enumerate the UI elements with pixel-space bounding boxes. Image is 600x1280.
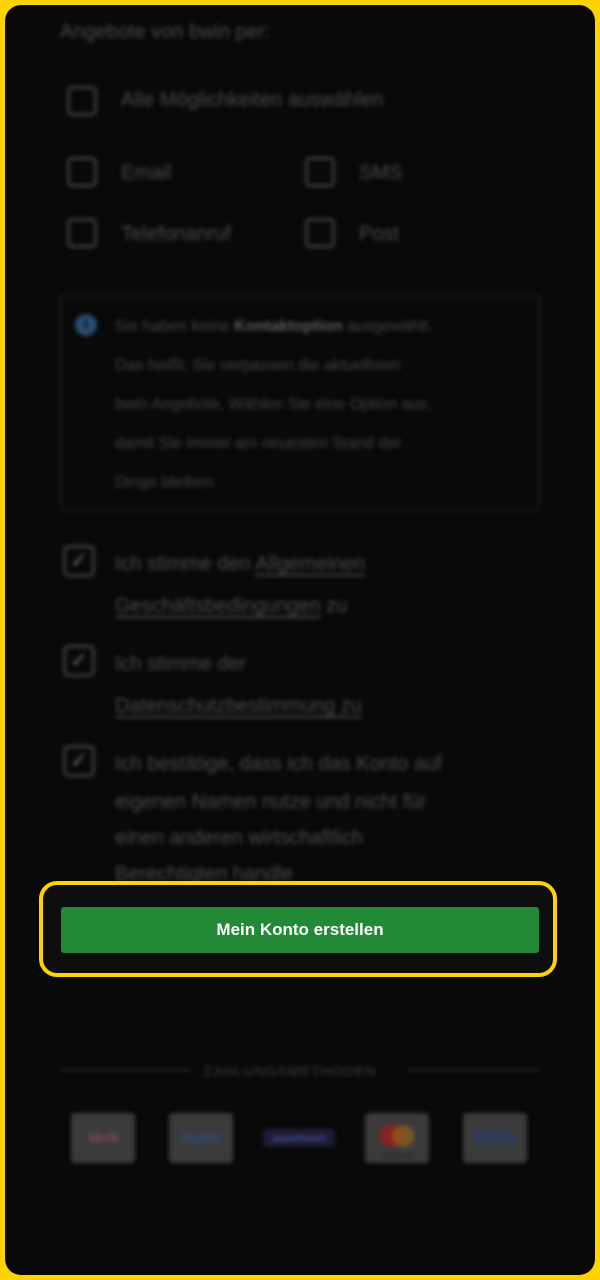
select-all-checkbox[interactable]: [67, 86, 97, 116]
phone-checkbox[interactable]: [67, 218, 97, 248]
mastercard-logo: mastercard: [365, 1113, 429, 1163]
email-label: Email: [121, 162, 172, 184]
paypal-logo: PayPal: [169, 1113, 233, 1163]
own-account-line1: Ich bestätige, dass ich das Konto auf: [115, 753, 442, 775]
privacy-link[interactable]: Datenschutzbestimmung zu: [115, 695, 362, 718]
terms-checkbox[interactable]: ✓: [63, 545, 95, 577]
contact-info-text: Sie haben keine Kontaktoption ausgewählt…: [115, 318, 433, 491]
own-account-checkbox[interactable]: ✓: [63, 745, 95, 777]
offers-heading: Angebote von bwin per:: [60, 21, 271, 43]
select-all-label: Alle Möglichkeiten auswählen: [121, 89, 384, 111]
check-icon: ✓: [70, 550, 88, 572]
divider-right: [408, 1069, 540, 1071]
post-label: Post: [359, 223, 400, 245]
blurred-form: Angebote von bwin per: Alle Möglichkeite…: [5, 5, 595, 1275]
mastercard-circles-icon: [380, 1125, 414, 1147]
privacy-text: Ich stimme der: [115, 653, 247, 675]
sms-label: SMS: [359, 162, 403, 184]
terms-text: Ich stimme den Allgemeinen: [115, 553, 366, 575]
post-checkbox[interactable]: [305, 218, 335, 248]
terms-link-line2[interactable]: Geschäftsbedingungen: [115, 595, 321, 617]
own-account-line2: eigenen Namen nutze und nicht für: [115, 791, 427, 813]
phone-label: Telefonanruf: [121, 223, 232, 245]
terms-link[interactable]: Allgemeinen: [255, 553, 365, 575]
terms-text-line2: Geschäftsbedingungen zu: [115, 595, 348, 617]
email-checkbox[interactable]: [67, 157, 97, 187]
own-account-line3: einen anderen wirtschaftlich: [115, 827, 363, 849]
info-icon: i: [75, 314, 97, 336]
privacy-checkbox[interactable]: ✓: [63, 645, 95, 677]
visa-logo: VISA: [463, 1113, 527, 1163]
skrill-logo: Skrill: [71, 1113, 135, 1163]
sms-checkbox[interactable]: [305, 157, 335, 187]
check-icon: ✓: [70, 650, 88, 672]
payment-methods-heading: ZAHLUNGSMETHODEN: [204, 1063, 377, 1079]
paysafecard-logo: paysafecard: [263, 1129, 335, 1147]
create-account-button[interactable]: Mein Konto erstellen: [61, 907, 539, 953]
divider-left: [60, 1069, 190, 1071]
check-icon: ✓: [70, 750, 88, 772]
screen-frame: Angebote von bwin per: Alle Möglichkeite…: [5, 5, 595, 1275]
